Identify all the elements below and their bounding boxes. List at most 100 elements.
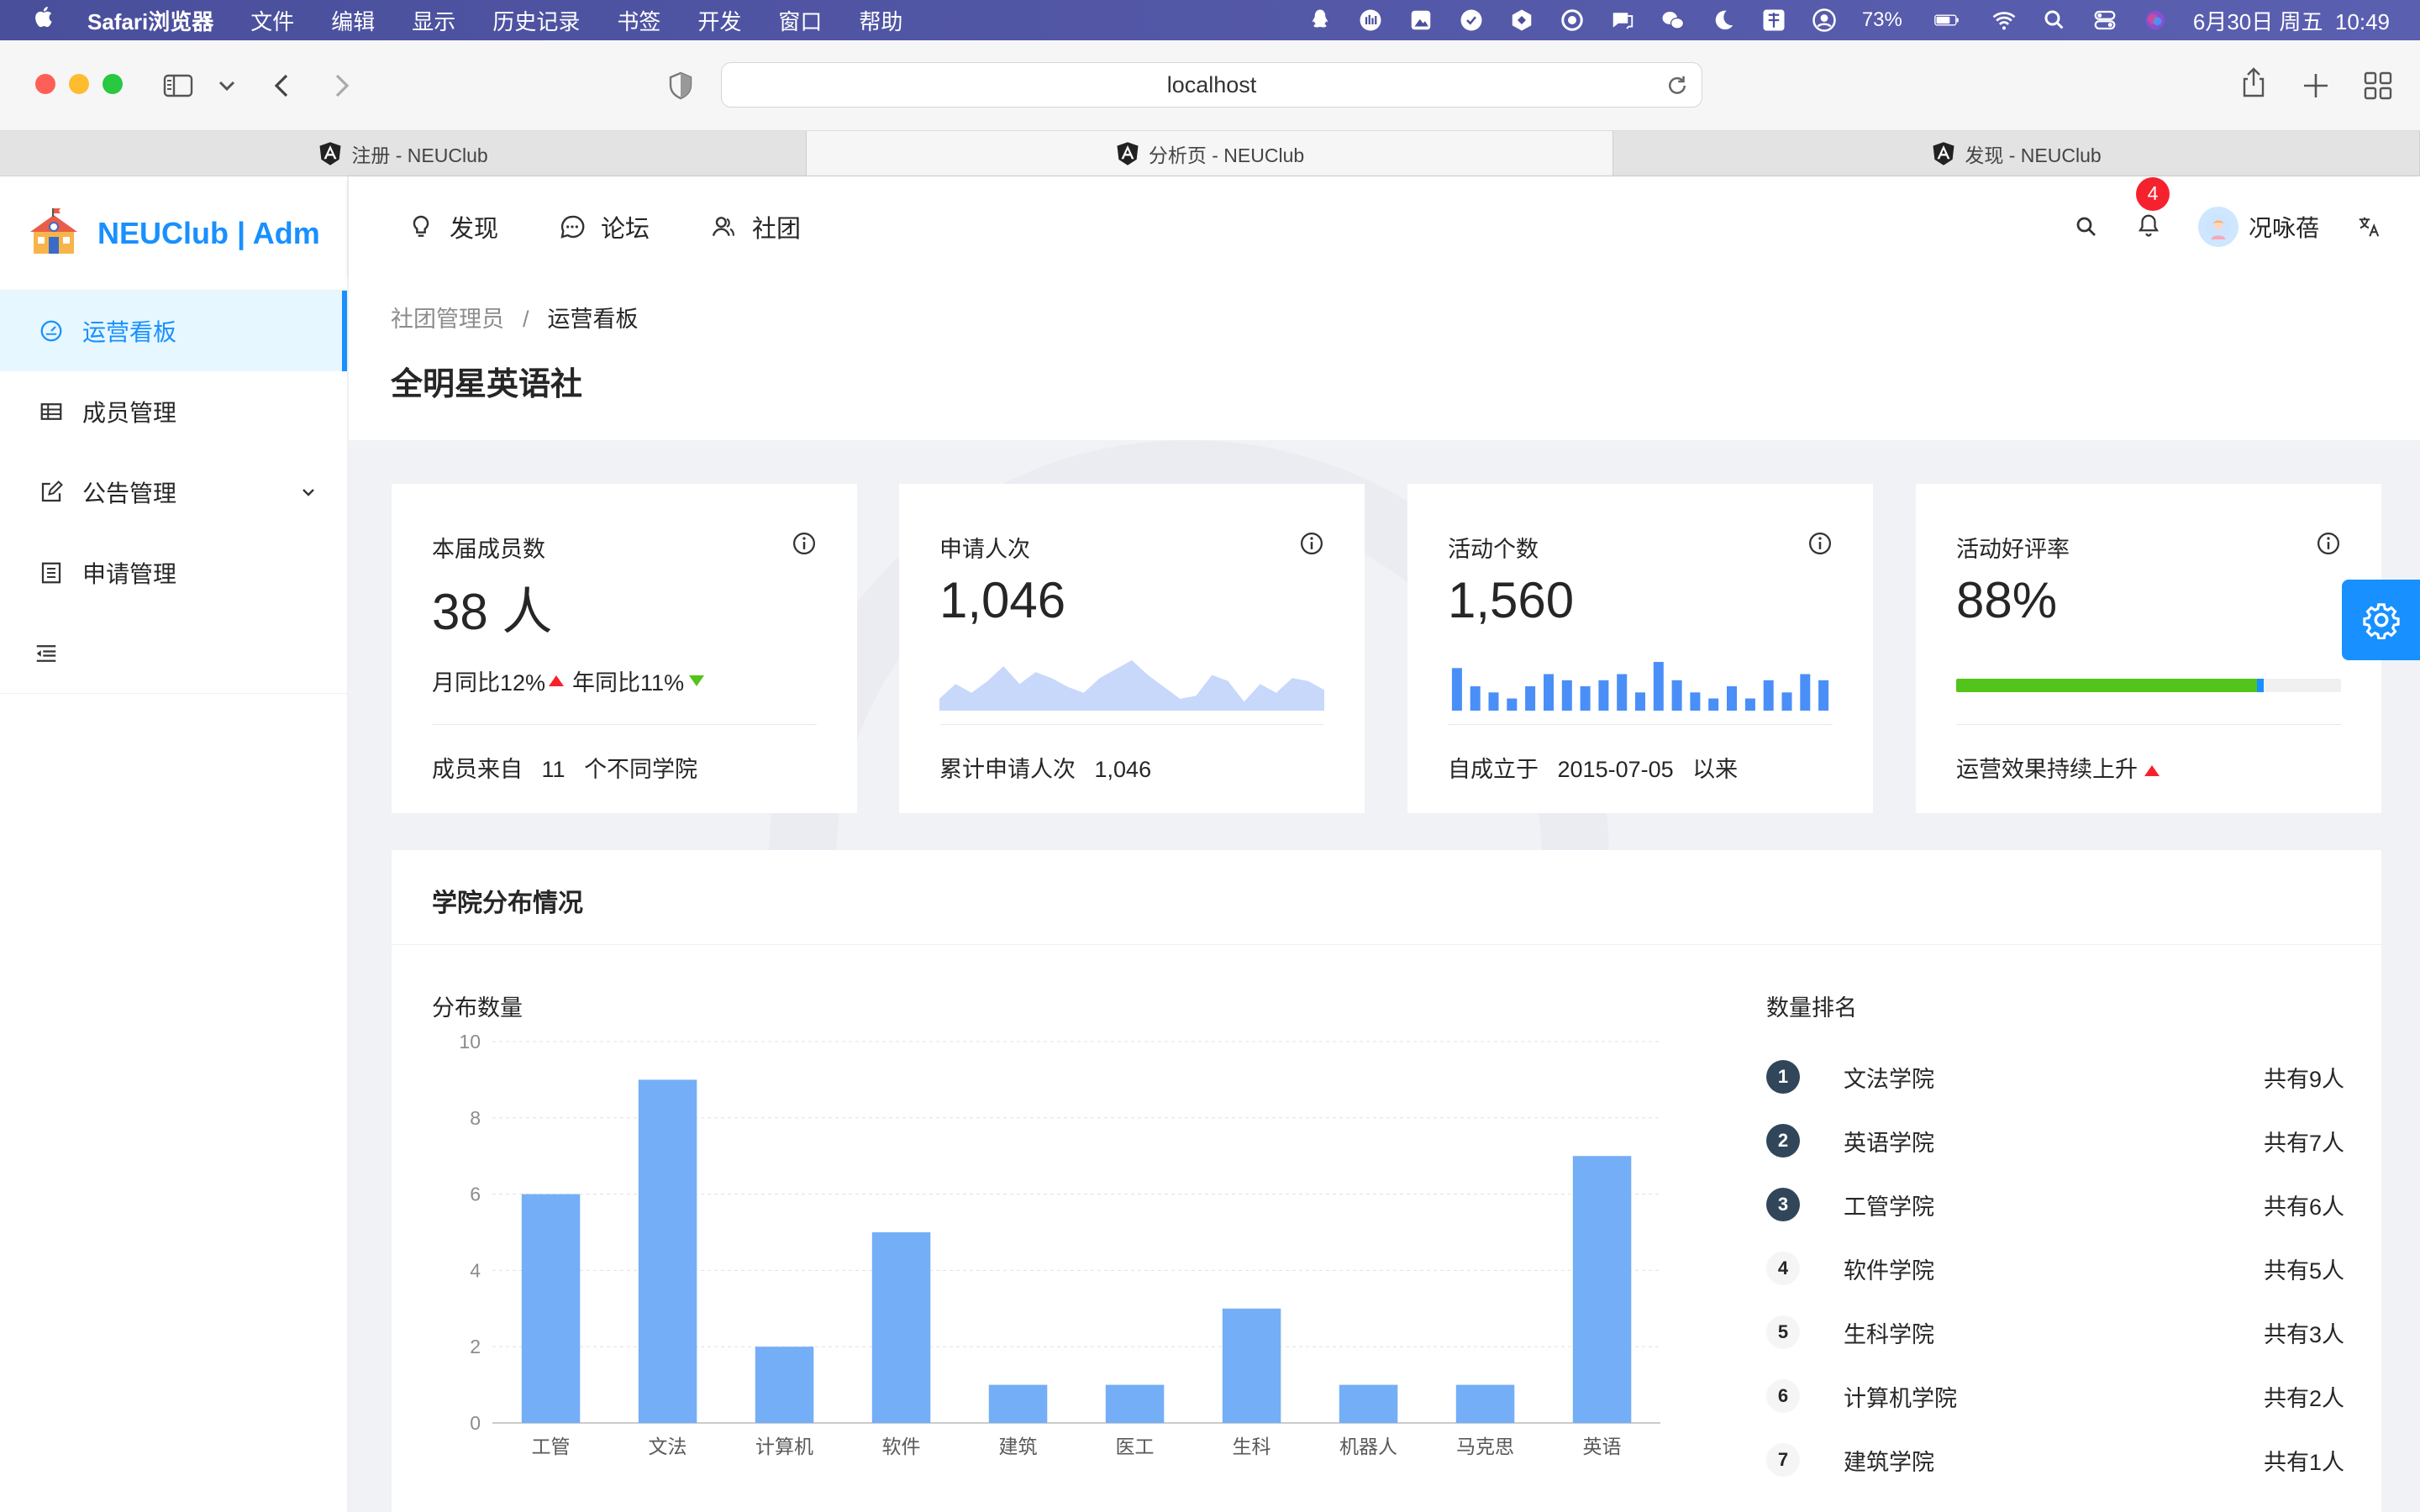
table-icon: [40, 403, 62, 420]
tab-analysis[interactable]: 分析页 - NEUClub: [807, 131, 1613, 176]
card-footer: 运营效果持续上升: [1956, 751, 2165, 784]
back-icon[interactable]: [266, 69, 299, 102]
user-menu[interactable]: 况咏蓓: [2197, 207, 2319, 247]
footer-suffix: 个不同学院: [584, 757, 698, 782]
chart-bar[interactable]: [1339, 1384, 1398, 1423]
new-tab-icon[interactable]: [2299, 69, 2333, 102]
kpi-card-activities: 活动个数 1,560 自成立于 2015-07-05 以来: [1407, 484, 1873, 813]
menu-view[interactable]: 显示: [412, 5, 455, 36]
chart-bar[interactable]: [755, 1347, 814, 1423]
control-center-icon[interactable]: [2092, 8, 2118, 33]
dark-mode-icon[interactable]: [1711, 8, 1736, 33]
sidebar-item-members[interactable]: 成员管理: [0, 371, 347, 452]
wifi-icon[interactable]: [1991, 8, 2017, 33]
apple-icon[interactable]: [32, 4, 66, 36]
tab-discover[interactable]: 发现 - NEUClub: [1613, 131, 2420, 176]
image-edit-icon[interactable]: [1408, 8, 1434, 33]
chart-bar[interactable]: [1572, 1156, 1632, 1423]
spotlight-search-icon[interactable]: [2042, 8, 2067, 33]
chevron-down-icon[interactable]: [210, 69, 244, 102]
search-icon[interactable]: [2074, 214, 2099, 239]
rank-college-name: 生科学院: [1844, 1321, 1934, 1347]
battery-icon[interactable]: [1928, 8, 1966, 33]
menu-window[interactable]: 窗口: [778, 5, 822, 36]
sidebar-item-announcements[interactable]: 公告管理: [0, 452, 347, 533]
rank-college-name: 文法学院: [1844, 1066, 1934, 1092]
chart-bar[interactable]: [871, 1232, 931, 1423]
settings-drawer-button[interactable]: [2342, 580, 2420, 660]
rank-count: 共有7人: [2263, 1130, 2344, 1156]
translate-icon[interactable]: [2356, 214, 2381, 239]
window-close-button[interactable]: [35, 74, 55, 94]
sidebar-item-applications[interactable]: 申请管理: [0, 533, 347, 613]
chart-bar[interactable]: [1222, 1308, 1281, 1423]
info-icon[interactable]: [2316, 531, 2341, 556]
tab-label: 发现 - NEUClub: [1965, 144, 2102, 166]
siri-icon[interactable]: [2143, 8, 2168, 33]
notification-button[interactable]: 4: [2135, 176, 2170, 242]
nav-discover[interactable]: 发现: [408, 209, 498, 244]
url-bar[interactable]: localhost: [721, 62, 1702, 108]
x-tick-label: 英语: [1583, 1436, 1622, 1457]
chart-bar[interactable]: [1455, 1384, 1515, 1423]
info-icon[interactable]: [792, 531, 817, 556]
wechat-icon[interactable]: [1660, 8, 1686, 33]
qq-icon[interactable]: [1307, 8, 1333, 33]
sidebar: NEUClub | Adm 运营看板 成员管理 公告管理 申请管理: [0, 176, 348, 1512]
chart-bar[interactable]: [988, 1384, 1048, 1423]
nav-forum[interactable]: 论坛: [559, 209, 650, 244]
footer-text: 运营效果持续上升: [1956, 757, 2138, 782]
notification-center-icon[interactable]: [1610, 8, 1635, 33]
ranking-item: 5 生科学院 共有3人: [1766, 1300, 2344, 1364]
progress-fill: [1956, 679, 2265, 692]
chart-bar[interactable]: [638, 1079, 697, 1423]
share-icon[interactable]: [2237, 66, 2270, 99]
sidebar-logo[interactable]: NEUClub | Adm: [0, 176, 347, 291]
sparkline-bar: [1561, 680, 1572, 711]
activity-icon[interactable]: [1358, 8, 1383, 33]
sidebar-toggle-icon[interactable]: [161, 69, 195, 102]
card-value: 88%: [1956, 572, 2058, 628]
menu-history[interactable]: 历史记录: [492, 5, 580, 36]
info-icon[interactable]: [1807, 531, 1833, 556]
card-title: 申请人次: [939, 537, 1030, 562]
cube-icon[interactable]: [1509, 8, 1534, 33]
y-tick-label: 2: [470, 1336, 481, 1357]
vpn-icon[interactable]: [1459, 8, 1484, 33]
clock-datetime[interactable]: 6月30日 周五 10:49: [2193, 5, 2390, 36]
info-icon[interactable]: [1299, 531, 1324, 556]
chart-bar[interactable]: [1105, 1384, 1165, 1423]
privacy-shield-icon[interactable]: [664, 69, 697, 102]
breadcrumb-current: 运营看板: [547, 307, 639, 332]
menu-help[interactable]: 帮助: [859, 5, 902, 36]
menu-edit[interactable]: 编辑: [331, 5, 375, 36]
menu-bookmarks[interactable]: 书签: [617, 5, 660, 36]
area-sparkline: [939, 660, 1324, 711]
menu-file[interactable]: 文件: [250, 5, 294, 36]
nav-clubs[interactable]: 社团: [710, 209, 801, 244]
ranking-item: 1 文法学院 共有9人: [1766, 1045, 2344, 1109]
input-method-icon[interactable]: [1761, 8, 1786, 33]
chevron-down-icon[interactable]: [298, 482, 318, 502]
window-minimize-button[interactable]: [69, 74, 89, 94]
footer-prefix: 成员来自: [432, 757, 523, 782]
window-zoom-button[interactable]: [103, 74, 123, 94]
chart-bar[interactable]: [521, 1194, 581, 1423]
footer-prefix: 自成立于: [1448, 757, 1539, 782]
tab-register[interactable]: 注册 - NEUClub: [0, 131, 807, 176]
menu-collapse-button[interactable]: [0, 613, 347, 694]
tab-overview-icon[interactable]: [2361, 69, 2395, 102]
forward-icon[interactable]: [324, 69, 358, 102]
menu-develop[interactable]: 开发: [697, 5, 741, 36]
sidebar-item-dashboard[interactable]: 运营看板: [0, 291, 347, 371]
reload-icon[interactable]: [1665, 73, 1690, 98]
menu-app-name[interactable]: Safari浏览器: [87, 5, 213, 36]
footer-value: 2015-07-05: [1557, 757, 1674, 782]
breadcrumb-link[interactable]: 社团管理员: [391, 307, 504, 332]
tab-label: 分析页 - NEUClub: [1148, 144, 1305, 166]
sync-icon[interactable]: [1560, 8, 1585, 33]
user-account-icon[interactable]: [1812, 8, 1837, 33]
member-trend: 月同比12% 年同比11%: [432, 664, 817, 697]
ranking-list: 1 文法学院 共有9人 2 英语学院 共有7人 3 工管学院 共有6人 4 软件学院 共有5人 5 生科学…: [1766, 1045, 2344, 1492]
rank-count: 共有2人: [2263, 1385, 2344, 1411]
